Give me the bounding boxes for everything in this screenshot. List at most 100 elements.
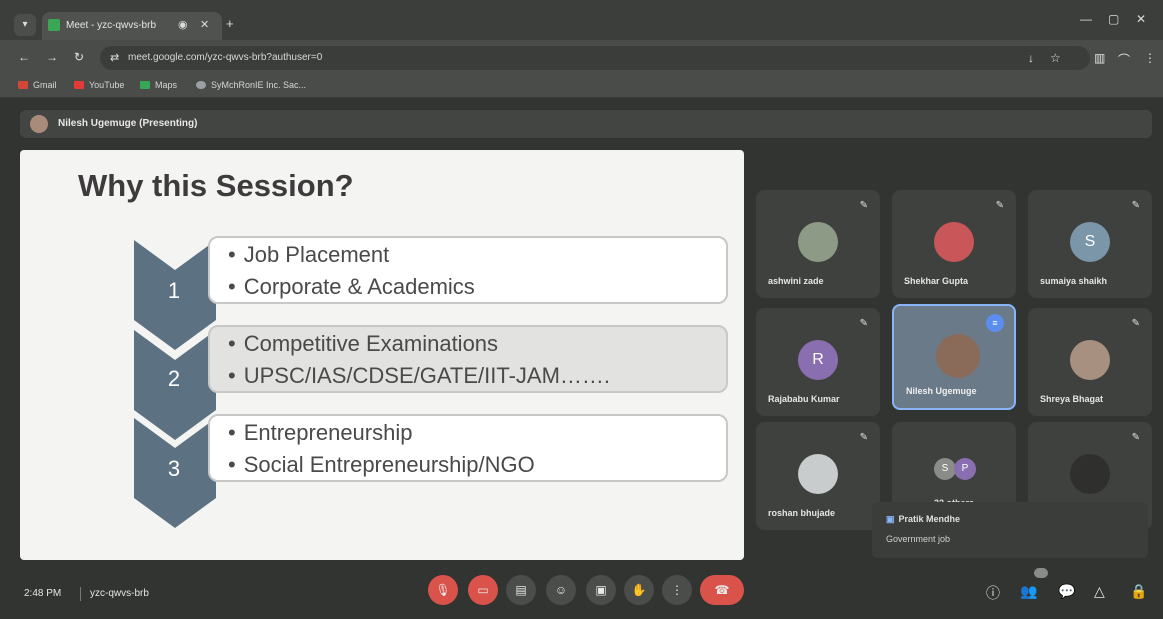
step-number-3: 3 bbox=[167, 456, 181, 481]
host-controls-icon[interactable]: 🔒 bbox=[1130, 583, 1147, 600]
muted-mic-icon: ✎ bbox=[859, 200, 868, 211]
presenter-banner: Nilesh Ugemuge (Presenting) bbox=[20, 110, 1152, 138]
step-number-1: 1 bbox=[167, 278, 181, 303]
youtube-icon bbox=[74, 81, 84, 89]
divider bbox=[80, 587, 81, 601]
camera-off-button[interactable]: ▭ bbox=[468, 575, 498, 605]
tab-meet[interactable]: Meet - yzc-qwvs-brb ◉ ✕ bbox=[42, 12, 222, 40]
step-box-1: • Job Placement • Corporate & Academics bbox=[208, 236, 728, 304]
profile-icon[interactable]: ⌒ bbox=[1118, 51, 1130, 68]
participant-tile[interactable]: ✎ Shreya Bhagat bbox=[1028, 308, 1152, 416]
activities-icon[interactable]: △ bbox=[1094, 583, 1105, 600]
emoji-button[interactable]: ☺ bbox=[546, 575, 576, 605]
bullet-item: • Social Entrepreneurship/NGO bbox=[228, 452, 535, 477]
participant-tile[interactable]: ✎ R Rajababu Kumar bbox=[756, 308, 880, 416]
avatar: R bbox=[798, 340, 838, 380]
forward-icon[interactable]: → bbox=[46, 50, 58, 64]
participant-name: Shreya Bhagat bbox=[1040, 394, 1104, 404]
chat-notification[interactable]: ▣ Pratik Mendhe Government job bbox=[872, 502, 1148, 558]
step-box-3: • Entrepreneurship • Social Entrepreneursh… bbox=[208, 414, 728, 482]
info-icon[interactable]: ⓘ bbox=[986, 583, 1000, 603]
meet-favicon-icon bbox=[48, 19, 60, 31]
leave-call-button[interactable]: ☎ bbox=[700, 575, 744, 605]
recording-icon: ◉ bbox=[178, 19, 188, 31]
bookmark-gmail[interactable]: Gmail bbox=[18, 80, 57, 90]
participant-name: ashwini zade bbox=[768, 276, 824, 286]
bookmark-maps[interactable]: Maps bbox=[140, 80, 177, 90]
raise-hand-button[interactable]: ✋ bbox=[624, 575, 654, 605]
download-icon[interactable]: ↓ bbox=[1028, 51, 1034, 65]
slide-title: Why this Session? bbox=[78, 168, 354, 203]
close-tab-icon[interactable]: ✕ bbox=[200, 18, 209, 31]
site-info-icon[interactable]: ⇄ bbox=[110, 51, 119, 64]
bookmarks-bar: Gmail YouTube Maps SyMchRonIE Inc. Sac..… bbox=[0, 74, 1163, 98]
tab-bar: ▾ Meet - yzc-qwvs-brb ◉ ✕ + — ▢ ✕ bbox=[0, 0, 1163, 40]
meeting-time: 2:48 PM bbox=[24, 588, 62, 599]
participant-name: roshan bhujade bbox=[768, 508, 836, 518]
step-box-2: • Competitive Examinations • UPSC/IAS/CDSE… bbox=[208, 325, 728, 393]
url-text: meet.google.com/yzc-qwvs-brb?authuser=0 bbox=[128, 52, 323, 63]
participant-tile[interactable]: ✎ roshan bhujade bbox=[756, 422, 880, 530]
notification-sender: ▣ Pratik Mendhe bbox=[886, 514, 961, 524]
participant-name: Nilesh Ugemuge bbox=[906, 386, 977, 396]
participant-tile[interactable]: ✎ S sumaiya shaikh bbox=[1028, 190, 1152, 298]
chat-icon: ▣ bbox=[886, 514, 895, 524]
muted-mic-icon: ✎ bbox=[1131, 318, 1140, 329]
bullet-item: • Corporate & Academics bbox=[228, 274, 475, 299]
chat-icon[interactable]: 💬 bbox=[1058, 583, 1075, 600]
presentation-slide: Why this Session? 1 • Job Placement • Corp… bbox=[20, 150, 744, 560]
bookmark-youtube[interactable]: YouTube bbox=[74, 80, 124, 90]
meet-window: ▾ Meet - yzc-qwvs-brb ◉ ✕ + — ▢ ✕ ← → ↻ … bbox=[0, 0, 1163, 619]
participant-name: sumaiya shaikh bbox=[1040, 276, 1108, 286]
bullet-item: • Competitive Examinations bbox=[228, 331, 499, 356]
avatar bbox=[1070, 454, 1110, 494]
maps-icon bbox=[140, 81, 150, 89]
notification-message: Government job bbox=[886, 534, 951, 544]
gmail-icon bbox=[18, 81, 28, 89]
reload-icon[interactable]: ↻ bbox=[74, 50, 84, 64]
muted-mic-icon: ✎ bbox=[859, 432, 868, 443]
participant-name: Shekhar Gupta bbox=[904, 276, 969, 286]
muted-mic-icon: ✎ bbox=[1131, 200, 1140, 211]
people-icon[interactable]: 👥 bbox=[1020, 583, 1037, 600]
avatar: S bbox=[934, 458, 956, 480]
sidepanel-icon[interactable]: ▥ bbox=[1094, 51, 1105, 65]
browser-toolbar: ← → ↻ ⇄ meet.google.com/yzc-qwvs-brb?aut… bbox=[0, 40, 1163, 74]
video-feed bbox=[936, 334, 980, 378]
avatar: S bbox=[1070, 222, 1110, 262]
mic-off-button[interactable]: 🎙 bbox=[428, 575, 458, 605]
minimize-icon[interactable]: — bbox=[1080, 12, 1092, 26]
speaking-indicator-icon: ≡ bbox=[986, 314, 1004, 332]
bullet-item: • UPSC/IAS/CDSE/GATE/IIT-JAM……. bbox=[228, 363, 611, 388]
more-options-button[interactable]: ⋮ bbox=[662, 575, 692, 605]
avatar bbox=[798, 222, 838, 262]
participant-count-badge bbox=[1034, 568, 1048, 578]
tab-search-icon[interactable]: ▾ bbox=[14, 14, 36, 36]
back-icon[interactable]: ← bbox=[18, 50, 30, 64]
bullet-item: • Job Placement bbox=[228, 242, 390, 267]
participant-tile[interactable]: ✎ ashwini zade bbox=[756, 190, 880, 298]
address-bar[interactable]: ⇄ meet.google.com/yzc-qwvs-brb?authuser=… bbox=[100, 46, 1090, 70]
avatar bbox=[798, 454, 838, 494]
muted-mic-icon: ✎ bbox=[859, 318, 868, 329]
avatar bbox=[1070, 340, 1110, 380]
avatar: P bbox=[954, 458, 976, 480]
menu-icon[interactable]: ⋮ bbox=[1144, 51, 1156, 65]
bookmark-star-icon[interactable]: ☆ bbox=[1050, 51, 1061, 65]
captions-button[interactable]: ▤ bbox=[506, 575, 536, 605]
muted-mic-icon: ✎ bbox=[995, 200, 1004, 211]
step-number-2: 2 bbox=[167, 366, 181, 391]
presenter-avatar bbox=[30, 115, 48, 133]
meet-stage: Nilesh Ugemuge (Presenting) Why this Ses… bbox=[0, 98, 1163, 619]
present-button[interactable]: ▣ bbox=[586, 575, 616, 605]
close-window-icon[interactable]: ✕ bbox=[1136, 12, 1146, 26]
meeting-code: yzc-qwvs-brb bbox=[90, 588, 149, 599]
bullet-item: • Entrepreneurship bbox=[228, 420, 413, 445]
maximize-icon[interactable]: ▢ bbox=[1108, 12, 1119, 26]
bookmark-site[interactable]: SyMchRonIE Inc. Sac... bbox=[196, 80, 306, 90]
new-tab-icon[interactable]: + bbox=[226, 16, 234, 31]
participant-tile[interactable]: ✎ Shekhar Gupta bbox=[892, 190, 1016, 298]
participant-tile-active-speaker[interactable]: ≡ Nilesh Ugemuge bbox=[892, 304, 1016, 410]
presenter-name: Nilesh Ugemuge (Presenting) bbox=[58, 118, 198, 129]
participant-name: Rajababu Kumar bbox=[768, 394, 840, 404]
